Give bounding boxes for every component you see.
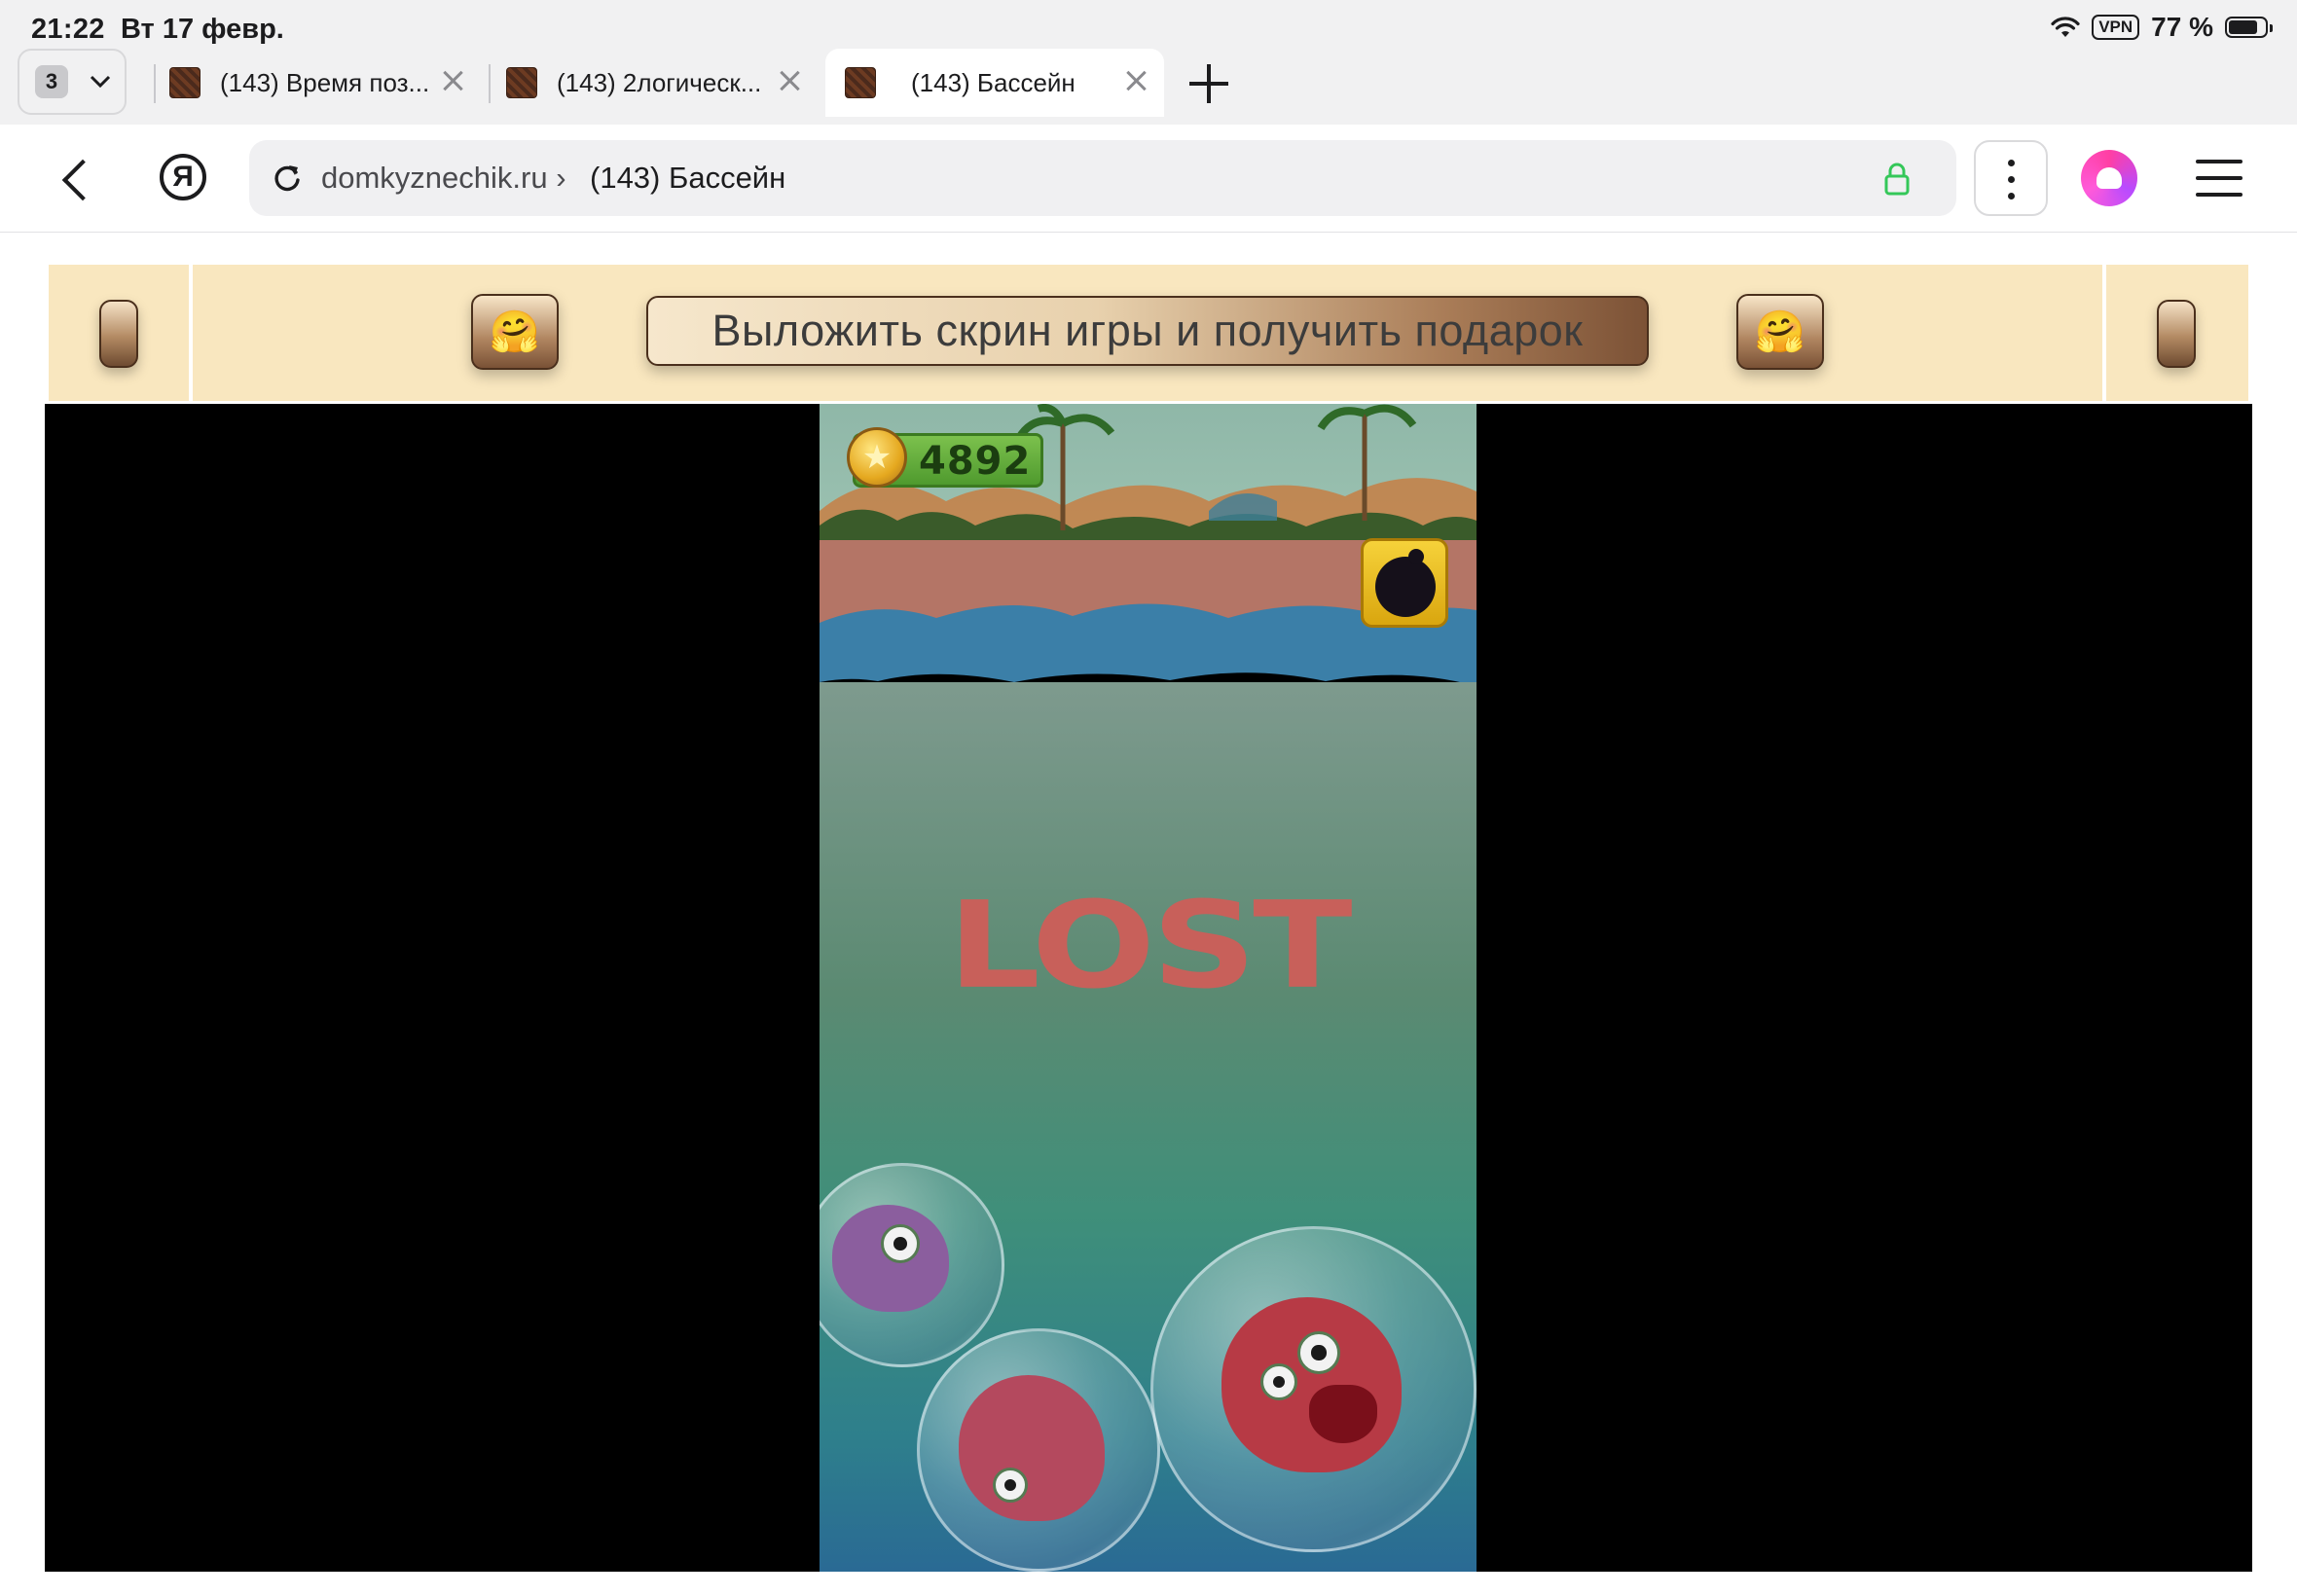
creature-body xyxy=(1221,1297,1402,1472)
yandex-logo-button[interactable]: Я xyxy=(160,154,206,200)
tab-title: (143) Бассейн xyxy=(911,67,1076,97)
lock-icon[interactable] xyxy=(1882,162,1912,197)
url-domain: domkyznechik.ru › xyxy=(321,161,566,195)
banner-knob-left xyxy=(99,300,138,368)
tab-count: 3 xyxy=(35,65,68,98)
creature-eye xyxy=(881,1224,920,1263)
site-favicon-icon xyxy=(506,67,537,98)
alice-assistant-icon[interactable] xyxy=(2081,150,2137,206)
creature-eye xyxy=(1297,1331,1340,1374)
promo-banner: 🤗 Выложить скрин игры и получить подарок… xyxy=(49,265,2248,401)
status-bar: 21:22 Вт 17 февр. VPN 77 % xyxy=(0,0,2297,49)
bubble-creature-red[interactable] xyxy=(1150,1226,1477,1552)
more-options-button[interactable] xyxy=(1974,140,2048,216)
creature-mouth xyxy=(1309,1385,1377,1443)
banner-divider xyxy=(2102,265,2106,401)
vpn-badge: VPN xyxy=(2092,15,2140,40)
new-tab-button[interactable] xyxy=(1187,62,1230,105)
close-tab-icon[interactable] xyxy=(1121,66,1150,95)
tab-title: (143) 2логическ... xyxy=(557,67,762,97)
tab-counter-button[interactable]: 3 xyxy=(18,49,127,115)
creature-eye xyxy=(993,1468,1028,1503)
bomb-powerup-button[interactable] xyxy=(1361,538,1448,628)
hug-emoji-button[interactable]: 🤗 xyxy=(471,294,559,370)
share-screenshot-button[interactable]: Выложить скрин игры и получить подарок xyxy=(646,296,1649,366)
navigation-bar: Я domkyznechik.ru › (143) Бассейн xyxy=(0,125,2297,233)
game-canvas[interactable]: ★ 4892 LOST xyxy=(820,404,1477,1572)
address-bar[interactable]: domkyznechik.ru › (143) Бассейн xyxy=(249,140,1956,216)
battery-icon xyxy=(2225,17,2273,38)
wifi-icon xyxy=(2051,17,2080,37)
game-over-text: LOST xyxy=(947,876,1352,1016)
battery-percent: 77 % xyxy=(2151,12,2213,42)
tab-separator xyxy=(489,64,491,103)
reload-icon[interactable] xyxy=(271,162,304,195)
tab-2[interactable]: (143) 2логическ... xyxy=(506,49,818,117)
coin-count: 4892 xyxy=(919,439,1032,484)
close-tab-icon[interactable] xyxy=(438,66,467,95)
status-date: Вт 17 февр. xyxy=(121,14,284,45)
url-page-title: (143) Бассейн xyxy=(590,161,786,195)
site-favicon-icon xyxy=(845,67,876,98)
back-button[interactable] xyxy=(56,158,95,204)
tab-strip: 3 (143) Время поз... (143) 2логическ... … xyxy=(0,49,2297,125)
status-time: 21:22 xyxy=(31,14,105,45)
tab-separator xyxy=(154,64,156,103)
creature-eye xyxy=(1260,1363,1297,1400)
chevron-down-icon xyxy=(90,75,111,89)
status-indicators: VPN 77 % xyxy=(2051,12,2273,43)
star-coin-icon: ★ xyxy=(847,427,907,488)
site-favicon-icon xyxy=(169,67,201,98)
hug-emoji-button[interactable]: 🤗 xyxy=(1736,294,1824,370)
menu-icon[interactable] xyxy=(2196,160,2242,197)
tab-title: (143) Время поз... xyxy=(220,67,430,97)
tab-3-active[interactable]: (143) Бассейн xyxy=(825,49,1164,117)
close-tab-icon[interactable] xyxy=(775,66,804,95)
banner-knob-right xyxy=(2157,300,2196,368)
banner-divider xyxy=(189,265,193,401)
bubble-creature-pink[interactable] xyxy=(917,1328,1160,1572)
creature-body xyxy=(959,1375,1105,1521)
tab-1[interactable]: (143) Время поз... xyxy=(169,49,481,117)
